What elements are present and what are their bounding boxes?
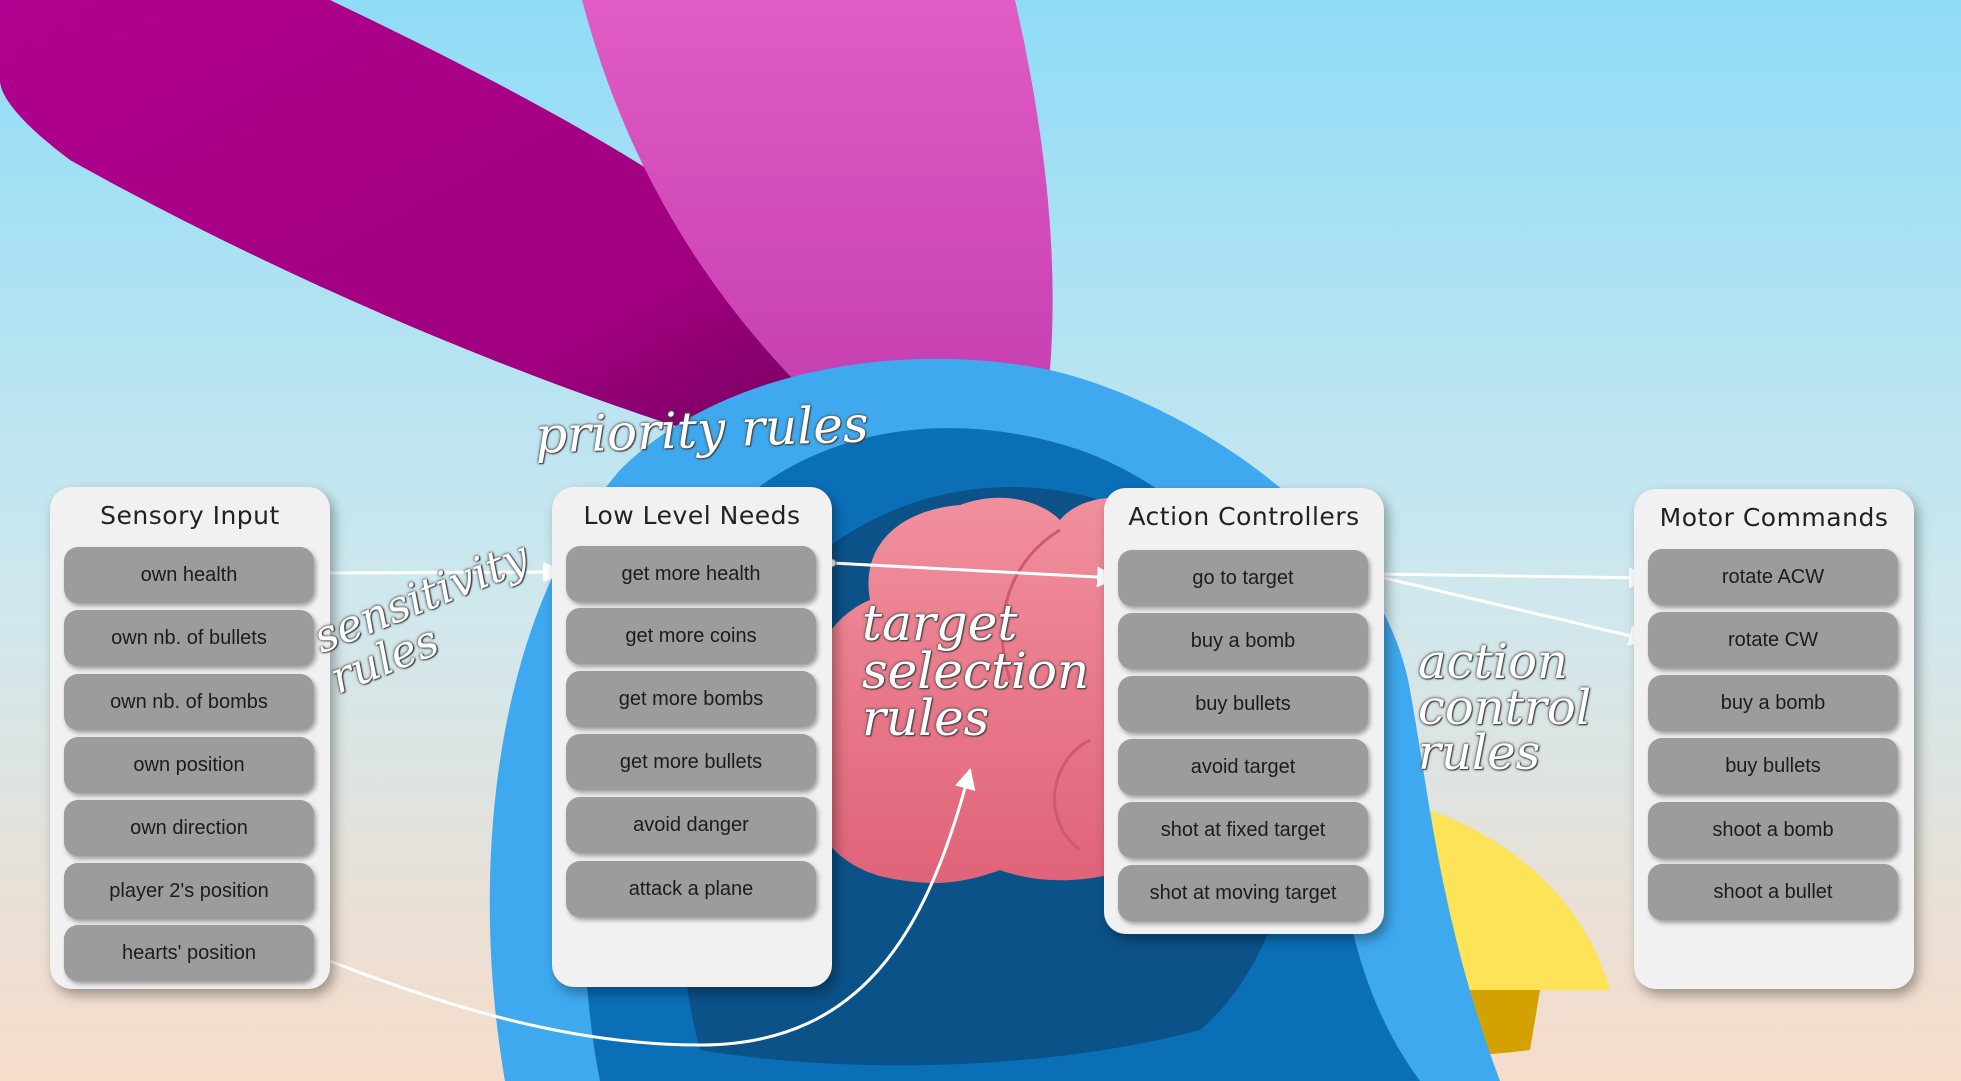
action-controllers-panel: Action Controllers go to target buy a bo… xyxy=(1104,488,1384,934)
motor-item-buy-bullets[interactable]: buy bullets xyxy=(1648,738,1898,794)
action-controllers-title: Action Controllers xyxy=(1128,502,1360,531)
needs-item-avoid-danger[interactable]: avoid danger xyxy=(566,797,816,853)
motor-commands-panel: Motor Commands rotate ACW rotate CW buy … xyxy=(1634,489,1914,989)
motor-item-rotate-acw[interactable]: rotate ACW xyxy=(1648,549,1898,605)
needs-item-attack-plane[interactable]: attack a plane xyxy=(566,861,816,917)
low-level-needs-panel: Low Level Needs get more health get more… xyxy=(552,487,832,987)
low-level-needs-title: Low Level Needs xyxy=(583,501,801,530)
action-item-shot-moving-target[interactable]: shot at moving target xyxy=(1118,865,1368,921)
sensory-item-player2-position[interactable]: player 2's position xyxy=(64,863,314,919)
motor-item-shoot-bomb[interactable]: shoot a bomb xyxy=(1648,802,1898,858)
sensory-input-panel: Sensory Input own health own nb. of bull… xyxy=(50,487,330,989)
sensory-item-own-direction[interactable]: own direction xyxy=(64,800,314,856)
target-selection-rules-label: target selection rules xyxy=(862,594,1090,747)
sensory-item-own-health[interactable]: own health xyxy=(64,547,314,603)
motor-commands-title: Motor Commands xyxy=(1659,503,1889,532)
sensory-item-own-position[interactable]: own position xyxy=(64,737,314,793)
sensory-item-hearts-position[interactable]: hearts' position xyxy=(64,925,314,981)
sensory-item-own-bombs[interactable]: own nb. of bombs xyxy=(64,674,314,730)
priority-rules-label: priority rules xyxy=(534,395,870,465)
action-item-buy-bomb[interactable]: buy a bomb xyxy=(1118,613,1368,669)
action-item-go-to-target[interactable]: go to target xyxy=(1118,550,1368,606)
needs-item-bombs[interactable]: get more bombs xyxy=(566,671,816,727)
sensory-input-title: Sensory Input xyxy=(100,501,280,530)
action-item-buy-bullets[interactable]: buy bullets xyxy=(1118,676,1368,732)
motor-item-buy-bomb[interactable]: buy a bomb xyxy=(1648,675,1898,731)
action-item-shot-fixed-target[interactable]: shot at fixed target xyxy=(1118,802,1368,858)
action-item-avoid-target[interactable]: avoid target xyxy=(1118,739,1368,795)
motor-item-rotate-cw[interactable]: rotate CW xyxy=(1648,612,1898,668)
needs-item-health[interactable]: get more health xyxy=(566,546,816,602)
needs-item-bullets[interactable]: get more bullets xyxy=(566,734,816,790)
action-control-rules-label: action control rules xyxy=(1418,634,1592,782)
motor-item-shoot-bullet[interactable]: shoot a bullet xyxy=(1648,864,1898,920)
sensory-item-own-bullets[interactable]: own nb. of bullets xyxy=(64,610,314,666)
needs-item-coins[interactable]: get more coins xyxy=(566,608,816,664)
